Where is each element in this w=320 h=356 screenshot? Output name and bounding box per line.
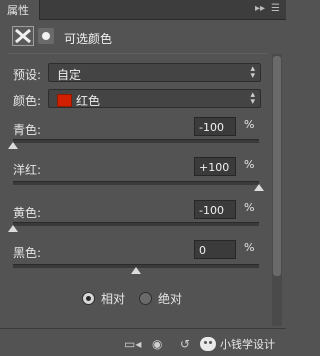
radio-relative-label: 相对 bbox=[101, 292, 126, 306]
eye-icon[interactable]: ◉ bbox=[152, 337, 162, 351]
tab-properties[interactable]: 属性 bbox=[0, 0, 40, 20]
slider-track[interactable] bbox=[8, 139, 259, 149]
preset-value: 自定 bbox=[57, 68, 82, 82]
slider-track[interactable] bbox=[13, 181, 264, 191]
watermark-text: 小钱学设计 bbox=[220, 338, 275, 351]
collapse-icon[interactable]: ▸▸ bbox=[255, 3, 265, 14]
clip-to-layer-icon[interactable]: ▭◂ bbox=[124, 337, 141, 351]
titlebar-controls: ▸▸ ☰ bbox=[255, 3, 280, 14]
percent-sign: % bbox=[244, 241, 255, 254]
preset-dropdown[interactable]: 自定 ▴ ▾ bbox=[48, 63, 261, 82]
radio-relative[interactable]: 相对 bbox=[82, 290, 125, 307]
wechat-icon bbox=[200, 337, 216, 351]
slider-thumb[interactable] bbox=[8, 225, 18, 232]
chevron-updown-icon: ▴ ▾ bbox=[250, 64, 255, 81]
adjustment-header: 可选颜色 bbox=[0, 21, 276, 53]
radio-absolute-label: 绝对 bbox=[158, 292, 183, 306]
slider-label: 洋红: bbox=[13, 163, 42, 177]
radio-relative-dot[interactable] bbox=[82, 292, 95, 305]
reset-icon[interactable]: ↺ bbox=[180, 337, 190, 351]
radio-absolute[interactable]: 绝对 bbox=[139, 290, 182, 307]
color-swatch bbox=[57, 94, 72, 107]
value-input[interactable]: 0 bbox=[194, 240, 236, 259]
panel-titlebar: 属性 ▸▸ ☰ bbox=[0, 0, 286, 20]
panel-menu-icon[interactable]: ☰ bbox=[271, 3, 280, 14]
slider-track[interactable] bbox=[13, 264, 259, 274]
slider-thumb[interactable] bbox=[254, 184, 264, 191]
value-input[interactable]: -100 bbox=[194, 117, 236, 136]
colors-value: 红色 bbox=[76, 94, 101, 108]
colors-dropdown[interactable]: 红色 ▴ ▾ bbox=[48, 89, 261, 108]
slider-thumb[interactable] bbox=[8, 142, 18, 149]
percent-sign: % bbox=[244, 118, 255, 131]
scroll-thumb[interactable] bbox=[273, 56, 281, 276]
percent-sign: % bbox=[244, 201, 255, 214]
adjustment-title: 可选颜色 bbox=[64, 32, 113, 46]
method-radios: 相对 绝对 bbox=[82, 290, 182, 307]
slider-label: 青色: bbox=[13, 123, 42, 137]
watermark: 小钱学设计 bbox=[200, 336, 275, 352]
header-divider bbox=[8, 53, 268, 54]
colors-label: 颜色: bbox=[13, 94, 42, 108]
mask-icon[interactable] bbox=[38, 28, 54, 44]
value-input[interactable]: +100 bbox=[194, 157, 236, 176]
slider-label: 黄色: bbox=[13, 206, 42, 220]
radio-absolute-dot[interactable] bbox=[139, 292, 153, 305]
value-input[interactable]: -100 bbox=[194, 200, 236, 219]
chevron-updown-icon: ▴ ▾ bbox=[250, 90, 255, 107]
selective-color-icon bbox=[15, 28, 31, 44]
slider-thumb[interactable] bbox=[131, 267, 141, 274]
scrollbar[interactable] bbox=[272, 54, 282, 326]
slider-track[interactable] bbox=[8, 222, 259, 232]
slider-label: 黑色: bbox=[13, 246, 42, 260]
adjustment-layer-icon[interactable] bbox=[12, 26, 34, 46]
preset-label: 预设: bbox=[13, 68, 42, 82]
percent-sign: % bbox=[244, 158, 255, 171]
